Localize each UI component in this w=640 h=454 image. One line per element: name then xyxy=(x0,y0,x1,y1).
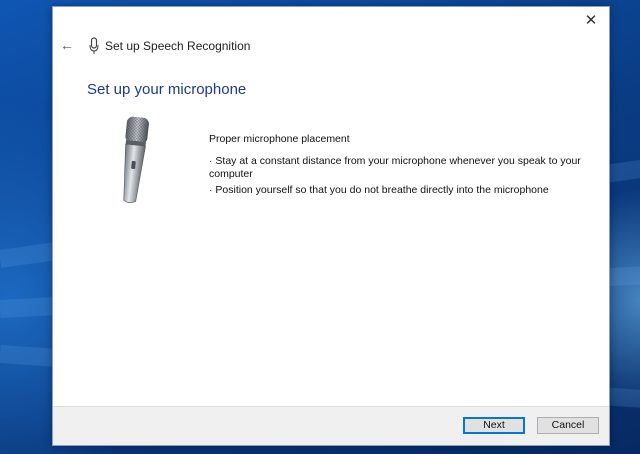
page-heading: Set up your microphone xyxy=(87,81,247,98)
next-button[interactable]: Next xyxy=(463,417,525,434)
back-arrow-icon: ← xyxy=(60,37,74,53)
back-button[interactable]: ← xyxy=(59,37,75,53)
microphone-icon xyxy=(89,37,99,54)
speech-recognition-dialog: ✕ ← Set up Speech Recognition Set up you… xyxy=(52,6,610,446)
dialog-footer: Next Cancel xyxy=(53,406,609,445)
instruction-bullet: · Stay at a constant distance from your … xyxy=(209,155,581,180)
microphone-illustration xyxy=(123,116,149,204)
window-title: Set up Speech Recognition xyxy=(105,39,251,53)
close-icon: ✕ xyxy=(584,12,598,29)
instructions: Proper microphone placement · Stay at a … xyxy=(209,133,589,200)
instruction-bullet: · Position yourself so that you do not b… xyxy=(209,184,549,196)
placement-subheading: Proper microphone placement xyxy=(209,133,350,145)
close-button[interactable]: ✕ xyxy=(579,11,603,31)
cancel-button[interactable]: Cancel xyxy=(537,417,599,434)
